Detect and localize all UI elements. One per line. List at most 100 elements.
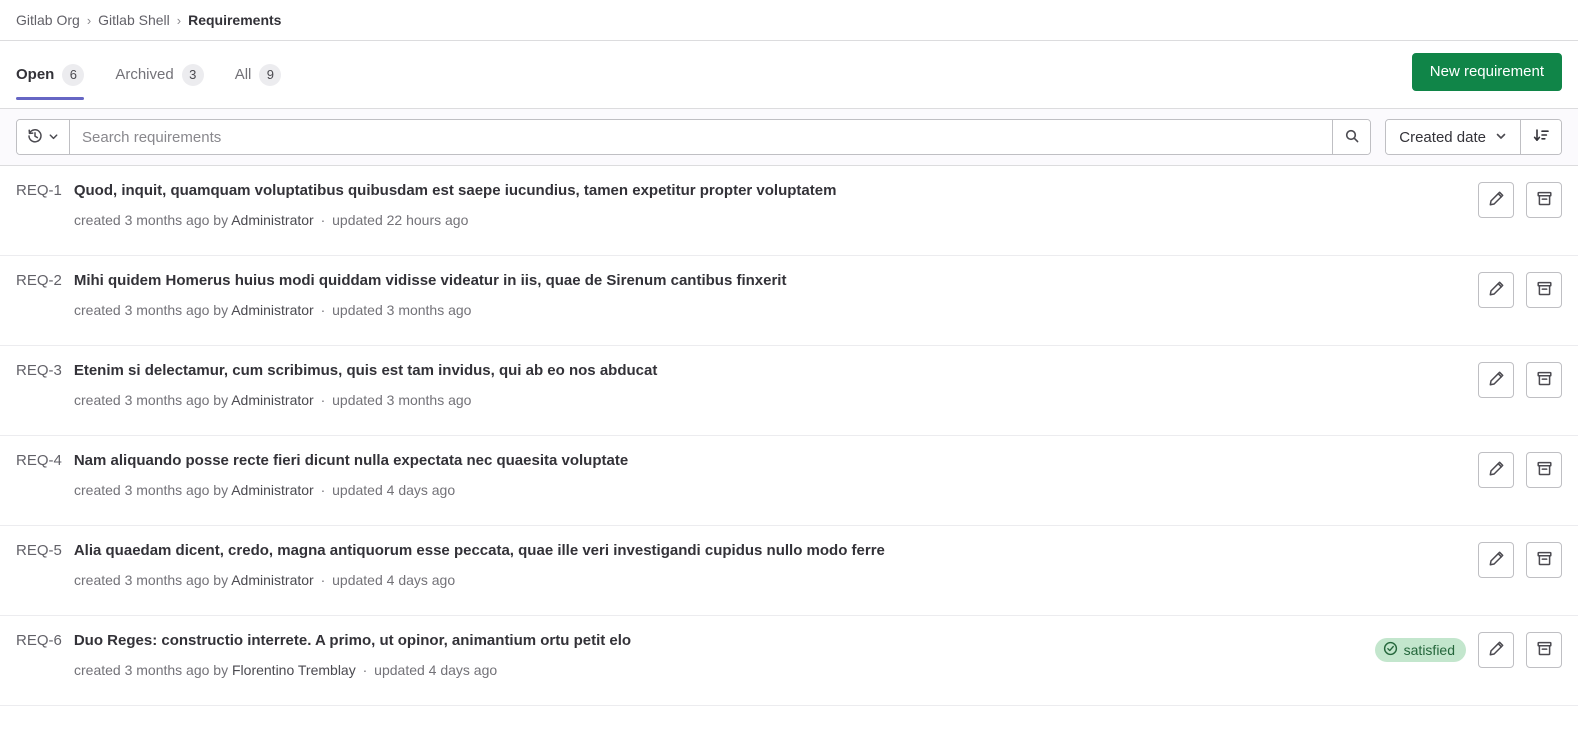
search-history-button[interactable] — [17, 120, 70, 154]
requirement-updated-text: updated 3 months ago — [332, 302, 472, 318]
meta-separator: · — [316, 572, 330, 588]
search-submit-button[interactable] — [1332, 120, 1371, 154]
breadcrumb-separator: › — [86, 12, 92, 28]
requirement-row: REQ-3 Etenim si delectamur, cum scribimus… — [0, 346, 1578, 436]
new-requirement-button[interactable]: New requirement — [1411, 53, 1562, 91]
requirement-title-line: REQ-6 Duo Reges: constructio interrete. A… — [16, 630, 1359, 651]
archive-requirement-button[interactable] — [1526, 632, 1562, 668]
pencil-icon — [1488, 280, 1505, 300]
sort-field-dropdown[interactable]: Created date — [1386, 120, 1521, 154]
requirement-actions — [1462, 182, 1562, 218]
edit-requirement-button[interactable] — [1478, 452, 1514, 488]
tab-label: All — [234, 66, 252, 83]
requirement-id: REQ-1 — [16, 182, 62, 199]
requirement-title[interactable]: Duo Reges: constructio interrete. A prim… — [74, 630, 631, 651]
requirement-actions — [1462, 272, 1562, 308]
breadcrumb-separator: › — [176, 12, 182, 28]
requirement-content: REQ-5 Alia quaedam dicent, credo, magna a… — [16, 540, 1462, 588]
edit-requirement-button[interactable] — [1478, 632, 1514, 668]
search-input[interactable] — [70, 120, 1333, 154]
requirement-content: REQ-3 Etenim si delectamur, cum scribimus… — [16, 360, 1462, 408]
edit-requirement-button[interactable] — [1478, 542, 1514, 578]
chevron-down-icon — [1495, 129, 1507, 146]
requirement-title-line: REQ-3 Etenim si delectamur, cum scribimus… — [16, 360, 1462, 381]
requirement-updated-text: updated 3 months ago — [332, 392, 472, 408]
requirement-actions — [1462, 542, 1562, 578]
requirement-title[interactable]: Alia quaedam dicent, credo, magna antiqu… — [74, 540, 885, 561]
tab-count-badge: 3 — [181, 63, 204, 86]
requirement-updated-text: updated 4 days ago — [332, 572, 456, 588]
tab-label: Open — [16, 66, 55, 83]
tab-label: Archived — [115, 66, 174, 83]
edit-requirement-button[interactable] — [1478, 272, 1514, 308]
requirement-author[interactable]: Administrator — [231, 572, 313, 588]
requirement-meta: created 3 months ago by Florentino Tremb… — [74, 662, 1359, 678]
archive-requirement-button[interactable] — [1526, 362, 1562, 398]
search-icon — [1344, 128, 1360, 147]
requirement-title-line: REQ-5 Alia quaedam dicent, credo, magna a… — [16, 540, 1462, 561]
sort-field-label: Created date — [1399, 128, 1486, 146]
sort-descending-icon — [1533, 127, 1550, 147]
requirements-page: Gitlab Org › Gitlab Shell › Requirements Ope… — [0, 0, 1578, 752]
requirement-title-line: REQ-2 Mihi quidem Homerus huius modi quid… — [16, 270, 1462, 291]
edit-requirement-button[interactable] — [1478, 182, 1514, 218]
requirement-author[interactable]: Administrator — [231, 482, 313, 498]
tab-archived[interactable]: Archived 3 — [115, 41, 218, 108]
breadcrumb-item-gitlab-org[interactable]: Gitlab Org — [16, 12, 80, 28]
sort-direction-button[interactable] — [1521, 120, 1561, 154]
breadcrumb-item-requirements: Requirements — [188, 12, 282, 28]
requirement-updated-text: updated 22 hours ago — [332, 212, 469, 228]
archive-requirement-button[interactable] — [1526, 452, 1562, 488]
requirement-author[interactable]: Administrator — [231, 212, 313, 228]
archive-icon — [1536, 280, 1553, 300]
requirement-author[interactable]: Administrator — [231, 302, 313, 318]
requirement-title-line: REQ-1 Quod, inquit, quamquam voluptatibus… — [16, 180, 1462, 201]
requirement-created-text: created 3 months ago by — [74, 662, 232, 678]
requirement-content: REQ-2 Mihi quidem Homerus huius modi quid… — [16, 270, 1462, 318]
requirement-author[interactable]: Florentino Tremblay — [232, 662, 356, 678]
requirement-id: REQ-3 — [16, 362, 62, 379]
requirement-updated-text: updated 4 days ago — [332, 482, 456, 498]
archive-icon — [1536, 460, 1553, 480]
tab-open[interactable]: Open 6 — [16, 41, 99, 108]
pencil-icon — [1488, 550, 1505, 570]
requirement-content: REQ-4 Nam aliquando posse recte fieri dic… — [16, 450, 1462, 498]
archive-requirement-button[interactable] — [1526, 542, 1562, 578]
requirement-created-text: created 3 months ago by — [74, 302, 232, 318]
requirement-actions — [1462, 362, 1562, 398]
requirement-row: REQ-2 Mihi quidem Homerus huius modi quid… — [0, 256, 1578, 346]
requirement-created-text: created 3 months ago by — [74, 392, 232, 408]
pencil-icon — [1488, 640, 1505, 660]
pencil-icon — [1488, 370, 1505, 390]
requirement-title[interactable]: Etenim si delectamur, cum scribimus, qui… — [74, 360, 657, 381]
archive-icon — [1536, 370, 1553, 390]
archive-icon — [1536, 640, 1553, 660]
archive-icon — [1536, 550, 1553, 570]
edit-requirement-button[interactable] — [1478, 362, 1514, 398]
requirements-list: REQ-1 Quod, inquit, quamquam voluptatibus… — [0, 166, 1578, 706]
meta-separator: · — [316, 302, 330, 318]
breadcrumb-item-gitlab-shell[interactable]: Gitlab Shell — [98, 12, 170, 28]
status-badge-label: satisfied — [1403, 642, 1455, 658]
meta-separator: · — [358, 662, 372, 678]
filter-toolbar: Created date — [0, 108, 1578, 166]
requirement-author[interactable]: Administrator — [231, 392, 313, 408]
meta-separator: · — [316, 212, 330, 228]
archive-requirement-button[interactable] — [1526, 182, 1562, 218]
tabs-bar: Open 6 Archived 3 All 9 New requirement — [0, 40, 1578, 108]
requirement-row: REQ-4 Nam aliquando posse recte fieri dic… — [0, 436, 1578, 526]
requirement-actions: satisfied — [1359, 632, 1562, 668]
check-circle-icon — [1383, 641, 1398, 659]
requirement-id: REQ-6 — [16, 632, 62, 649]
archive-requirement-button[interactable] — [1526, 272, 1562, 308]
pencil-icon — [1488, 460, 1505, 480]
requirement-row: REQ-6 Duo Reges: constructio interrete. A… — [0, 616, 1578, 706]
archive-icon — [1536, 190, 1553, 210]
requirement-id: REQ-5 — [16, 542, 62, 559]
requirement-id: REQ-4 — [16, 452, 62, 469]
history-icon — [27, 128, 43, 147]
requirement-title[interactable]: Nam aliquando posse recte fieri dicunt n… — [74, 450, 628, 471]
requirement-title[interactable]: Mihi quidem Homerus huius modi quiddam v… — [74, 270, 787, 291]
tab-all[interactable]: All 9 — [235, 41, 297, 108]
requirement-title[interactable]: Quod, inquit, quamquam voluptatibus quib… — [74, 180, 837, 201]
